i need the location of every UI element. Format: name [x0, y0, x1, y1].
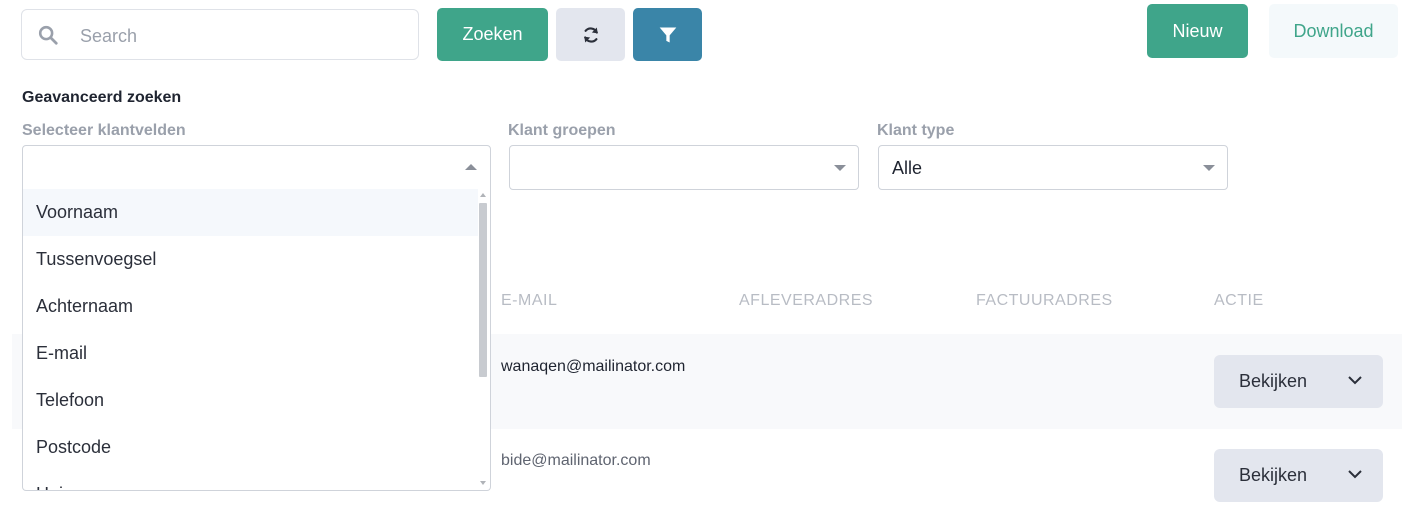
option-achternaam[interactable]: Achternaam: [23, 283, 478, 330]
column-header-action: ACTIE: [1214, 292, 1264, 309]
view-button-label: Bekijken: [1239, 465, 1308, 485]
refresh-button[interactable]: [556, 8, 625, 61]
customer-fields-dropdown[interactable]: Voornaam Tussenvoegsel Achternaam E-mail…: [22, 189, 491, 491]
scroll-up-icon[interactable]: [480, 193, 486, 197]
option-huis[interactable]: Huis: [23, 471, 478, 490]
option-voornaam[interactable]: Voornaam: [23, 189, 478, 236]
customer-groups-select[interactable]: [509, 145, 859, 190]
search-icon: [38, 25, 58, 45]
filter-icon: [659, 27, 676, 42]
customer-type-select[interactable]: Alle: [878, 145, 1228, 190]
chevron-down-icon: [1348, 376, 1362, 385]
customer-type-value: Alle: [892, 158, 923, 178]
option-postcode[interactable]: Postcode: [23, 424, 478, 471]
chevron-down-icon: [1348, 470, 1362, 479]
caret-up-icon: [465, 164, 477, 170]
download-button[interactable]: Download: [1269, 4, 1398, 58]
filter-button[interactable]: [633, 8, 702, 61]
row-email: wanaqen@mailinator.com: [501, 358, 686, 375]
column-header-billing-address[interactable]: FACTUURADRES: [976, 292, 1113, 310]
new-button[interactable]: Nieuw: [1147, 4, 1248, 58]
dropdown-scroll-thumb[interactable]: [479, 203, 487, 377]
refresh-icon: [583, 26, 598, 43]
column-header-email[interactable]: E-MAIL: [501, 292, 557, 310]
caret-down-icon: [834, 165, 846, 171]
row-email: bide@mailinator.com: [501, 452, 651, 469]
option-telefoon[interactable]: Telefoon: [23, 377, 478, 424]
scroll-down-icon[interactable]: [480, 481, 486, 485]
option-tussenvoegsel[interactable]: Tussenvoegsel: [23, 236, 478, 283]
search-input[interactable]: [78, 20, 402, 52]
view-button-label: Bekijken: [1239, 371, 1308, 391]
customer-fields-label: Selecteer klantvelden: [22, 122, 186, 139]
column-header-delivery-address[interactable]: AFLEVERADRES: [739, 292, 873, 310]
view-button[interactable]: Bekijken: [1214, 355, 1383, 408]
customer-type-label: Klant type: [877, 122, 955, 139]
advanced-search-title: Geavanceerd zoeken: [22, 89, 182, 106]
customer-fields-select[interactable]: [22, 145, 491, 190]
caret-down-icon: [1203, 165, 1215, 171]
option-email[interactable]: E-mail: [23, 330, 478, 377]
view-button[interactable]: Bekijken: [1214, 449, 1383, 502]
search-button[interactable]: Zoeken: [437, 8, 548, 61]
customer-groups-label: Klant groepen: [508, 122, 616, 139]
dropdown-options: Voornaam Tussenvoegsel Achternaam E-mail…: [23, 189, 490, 490]
search-box[interactable]: [21, 9, 419, 60]
